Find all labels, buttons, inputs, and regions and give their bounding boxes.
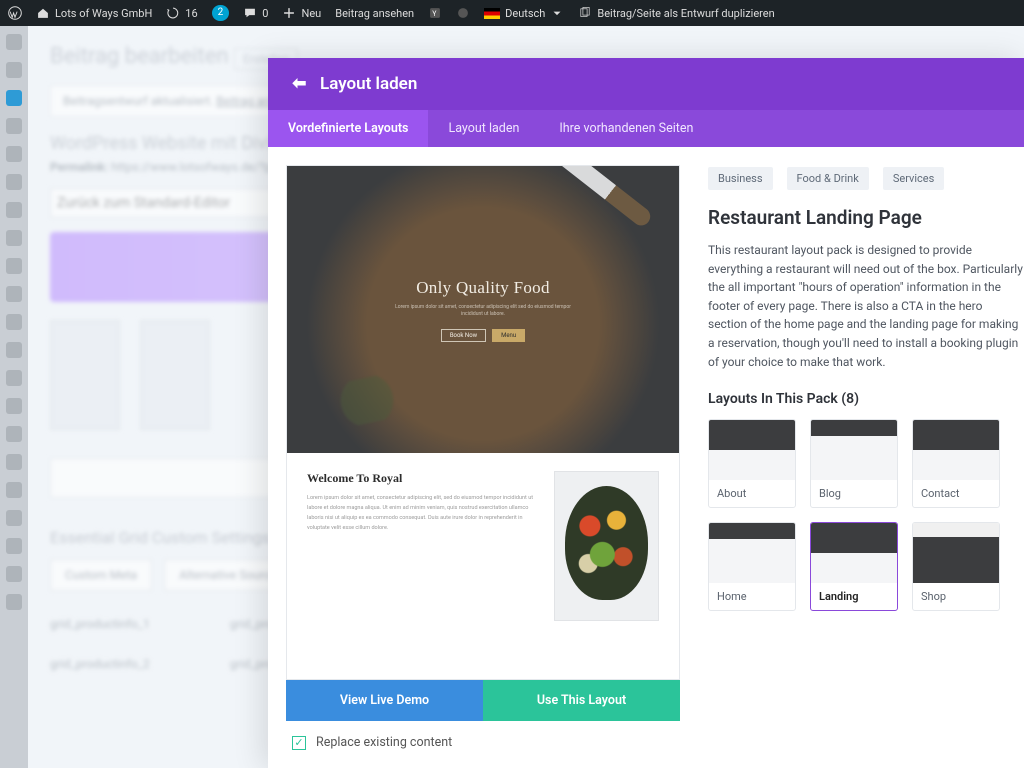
tag-food-drink[interactable]: Food & Drink — [787, 167, 869, 190]
tab-existing-pages[interactable]: Ihre vorhandenen Seiten — [539, 110, 713, 147]
chevron-down-icon — [550, 6, 564, 20]
view-demo-button[interactable]: View Live Demo — [286, 680, 483, 721]
view-post[interactable]: Beitrag ansehen — [335, 7, 414, 20]
preview-hero: Only Quality Food Lorem ipsum dolor sit … — [287, 166, 679, 453]
pack-card-blog[interactable]: Blog — [810, 419, 898, 508]
modal-header: Layout laden — [268, 58, 1024, 110]
modal-tabs: Vordefinierte Layouts Layout laden Ihre … — [268, 110, 1024, 147]
preview-hero-btn2: Menu — [492, 329, 525, 342]
herb-decoration — [304, 366, 431, 435]
wp-logo[interactable] — [8, 6, 22, 20]
tab-predefined[interactable]: Vordefinierte Layouts — [268, 110, 428, 147]
preview-hero-btn1: Book Now — [441, 329, 486, 342]
cache-icon[interactable] — [456, 6, 470, 20]
preview-vegetables-image — [554, 471, 659, 621]
back-arrow-icon[interactable] — [290, 75, 308, 93]
flag-de-icon — [484, 8, 500, 19]
new-content[interactable]: Neu — [282, 6, 321, 20]
detail-column: Business Food & Drink Services Restauran… — [680, 147, 1024, 768]
updates-badge: 2 — [212, 5, 230, 21]
seo-icon[interactable]: Y — [428, 6, 442, 20]
pack-card-landing[interactable]: Landing — [810, 522, 898, 611]
comments[interactable]: 0 — [243, 6, 268, 20]
updates[interactable]: 2 — [212, 5, 230, 21]
tab-load-layout[interactable]: Layout laden — [428, 110, 539, 147]
tag-services[interactable]: Services — [883, 167, 944, 190]
pack-card-shop[interactable]: Shop — [912, 522, 1000, 611]
revisions[interactable]: 16 — [166, 6, 197, 20]
tag-business[interactable]: Business — [708, 167, 773, 190]
category-tags: Business Food & Drink Services — [708, 167, 1024, 190]
replace-label: Replace existing content — [316, 735, 452, 750]
preview-hero-sub: Lorem ipsum dolor sit amet, consectetur … — [393, 304, 573, 319]
modal-title: Layout laden — [320, 74, 417, 94]
knife-decoration — [548, 165, 654, 229]
layout-modal: Layout laden Vordefinierte Layouts Layou… — [268, 58, 1024, 768]
preview-column: Only Quality Food Lorem ipsum dolor sit … — [268, 147, 680, 768]
preview-lower: Welcome To Royal Lorem ipsum dolor sit a… — [287, 453, 679, 679]
use-layout-button[interactable]: Use This Layout — [483, 680, 680, 721]
layout-preview: Only Quality Food Lorem ipsum dolor sit … — [286, 165, 680, 680]
wp-admin-bar: Lots of Ways GmbH 16 2 0 Neu Beitrag ans… — [0, 0, 1024, 26]
pack-card-home[interactable]: Home — [708, 522, 796, 611]
layout-description: This restaurant layout pack is designed … — [708, 241, 1024, 371]
duplicate-post[interactable]: Beitrag/Seite als Entwurf duplizieren — [578, 6, 774, 20]
site-home[interactable]: Lots of Ways GmbH — [36, 6, 152, 20]
pack-heading: Layouts In This Pack (8) — [708, 391, 1024, 407]
site-name: Lots of Ways GmbH — [55, 7, 152, 20]
wp-admin-menu[interactable] — [0, 26, 28, 768]
preview-welcome-heading: Welcome To Royal — [307, 471, 538, 486]
replace-content-checkbox[interactable]: ✓ Replace existing content — [286, 721, 680, 754]
language-switcher[interactable]: Deutsch — [484, 6, 564, 20]
pack-card-contact[interactable]: Contact — [912, 419, 1000, 508]
pack-grid: About Blog Contact Home Landing Shop — [708, 419, 1024, 611]
preview-hero-title: Only Quality Food — [416, 278, 550, 298]
pack-card-about[interactable]: About — [708, 419, 796, 508]
checkmark-icon: ✓ — [292, 736, 306, 750]
layout-heading: Restaurant Landing Page — [708, 206, 1024, 229]
preview-welcome-text: Lorem ipsum dolor sit amet, consectetur … — [307, 494, 538, 534]
